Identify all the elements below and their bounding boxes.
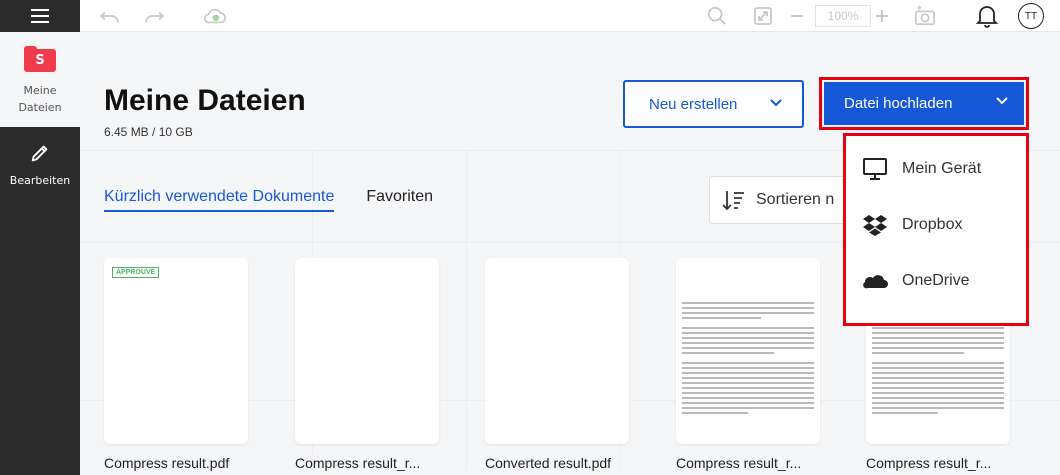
hamburger-icon bbox=[31, 9, 49, 23]
menu-button[interactable] bbox=[0, 0, 80, 32]
upload-from-dropbox[interactable]: Dropbox bbox=[848, 197, 1024, 253]
minus-icon bbox=[791, 15, 803, 17]
fit-page-button[interactable] bbox=[752, 5, 774, 27]
file-card[interactable]: APPROUVÉ bbox=[104, 258, 248, 444]
sort-icon bbox=[722, 191, 744, 211]
sidebar-item-files[interactable]: S Meine Dateien bbox=[0, 32, 80, 127]
approved-stamp: APPROUVÉ bbox=[112, 267, 160, 278]
zoom-out-button[interactable] bbox=[788, 5, 806, 27]
monitor-icon bbox=[863, 158, 887, 180]
sort-label: Sortieren n bbox=[756, 191, 835, 208]
file-card[interactable] bbox=[676, 258, 820, 444]
upload-from-onedrive[interactable]: OneDrive bbox=[848, 253, 1024, 309]
file-card[interactable] bbox=[485, 258, 629, 444]
camera-plus-icon bbox=[915, 5, 935, 26]
zoom-in-button[interactable] bbox=[873, 5, 891, 27]
menu-item-label: Dropbox bbox=[902, 216, 963, 233]
undo-icon bbox=[100, 11, 119, 23]
sidebar-item-label: Bearbeiten bbox=[9, 174, 71, 187]
undo-button[interactable] bbox=[98, 5, 122, 27]
upload-from-device[interactable]: Mein Gerät bbox=[848, 141, 1024, 197]
onedrive-icon bbox=[863, 275, 888, 289]
file-name[interactable]: Compress result_r... bbox=[295, 455, 435, 471]
page-title: Meine Dateien bbox=[104, 84, 306, 117]
cloud-sync-button[interactable] bbox=[202, 5, 228, 27]
top-toolbar: 100% TT bbox=[80, 0, 1060, 32]
screenshot-button[interactable] bbox=[912, 5, 938, 27]
zoom-level-input[interactable]: 100% bbox=[815, 5, 871, 27]
tab-favorites[interactable]: Favoriten bbox=[366, 188, 433, 212]
tab-recent[interactable]: Kürzlich verwendete Dokumente bbox=[104, 188, 335, 212]
notifications-button[interactable] bbox=[975, 5, 999, 28]
search-button[interactable] bbox=[706, 5, 728, 27]
document-preview bbox=[682, 302, 814, 417]
dropbox-icon bbox=[863, 215, 887, 236]
expand-icon bbox=[754, 7, 772, 25]
bell-icon bbox=[976, 6, 998, 28]
search-icon bbox=[707, 6, 726, 25]
pencil-icon bbox=[31, 145, 48, 162]
menu-item-label: OneDrive bbox=[902, 272, 970, 289]
avatar[interactable]: TT bbox=[1018, 3, 1044, 29]
chevron-down-icon bbox=[996, 97, 1008, 105]
file-name[interactable]: Compress result.pdf bbox=[104, 455, 244, 471]
file-name[interactable]: Converted result.pdf bbox=[485, 455, 625, 471]
new-button[interactable]: Neu erstellen bbox=[623, 80, 804, 128]
new-button-label: Neu erstellen bbox=[649, 95, 738, 113]
sidebar-item-label: Meine Dateien bbox=[18, 84, 62, 114]
redo-icon bbox=[145, 11, 164, 23]
cloud-sync-icon bbox=[204, 8, 226, 24]
plus-icon bbox=[876, 10, 888, 22]
menu-item-label: Mein Gerät bbox=[902, 160, 982, 177]
file-name[interactable]: Compress result_r... bbox=[866, 455, 1006, 471]
file-card[interactable] bbox=[295, 258, 439, 444]
chevron-down-icon bbox=[770, 99, 782, 107]
storage-usage: 6.45 MB / 10 GB bbox=[104, 125, 193, 139]
redo-button[interactable] bbox=[142, 5, 166, 27]
upload-button-label: Datei hochladen bbox=[844, 95, 953, 112]
file-name[interactable]: Compress result_r... bbox=[676, 455, 816, 471]
folder-icon: S bbox=[24, 46, 56, 72]
tab-bar: Kürzlich verwendete Dokumente Favoriten bbox=[104, 188, 433, 212]
upload-button[interactable]: Datei hochladen bbox=[824, 82, 1024, 125]
grid-line bbox=[466, 150, 467, 470]
sidebar-item-edit[interactable]: Bearbeiten bbox=[0, 142, 80, 189]
sidebar: S Meine Dateien Bearbeiten bbox=[0, 0, 80, 475]
